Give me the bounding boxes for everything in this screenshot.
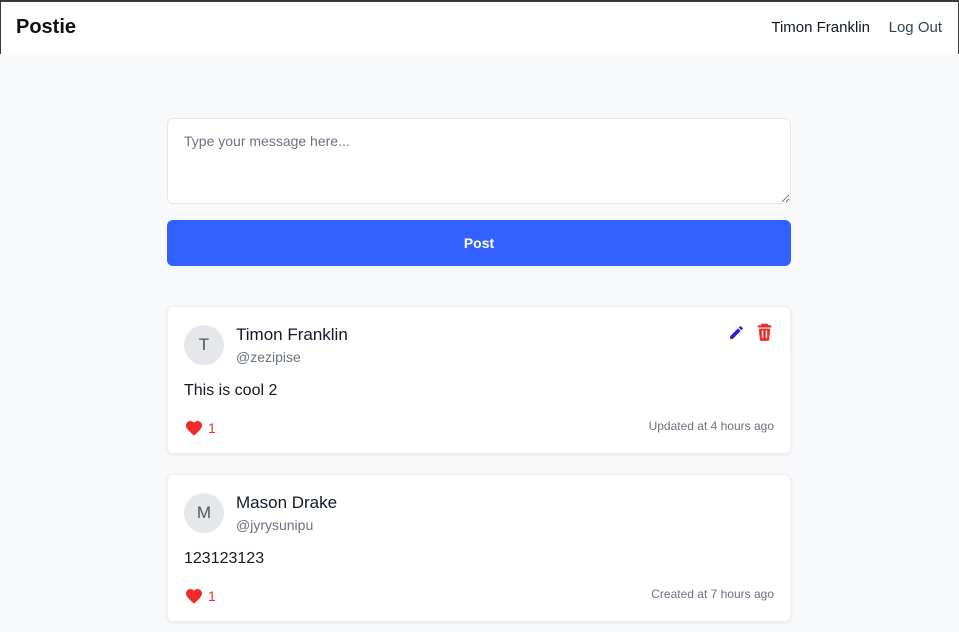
avatar: M <box>184 493 224 533</box>
avatar: T <box>184 325 224 365</box>
top-navbar: Postie Timon Franklin Log Out <box>0 0 959 54</box>
post-timestamp: Updated at 4 hours ago <box>648 419 774 433</box>
post-author-handle: @zezipise <box>236 349 301 365</box>
post-button[interactable]: Post <box>167 220 791 266</box>
pencil-icon[interactable] <box>728 324 745 341</box>
brand-logo[interactable]: Postie <box>16 16 76 39</box>
post-card: T Timon Franklin @zezipise This is cool … <box>167 306 791 454</box>
current-user-name[interactable]: Timon Franklin <box>771 19 870 36</box>
trash-icon[interactable] <box>757 323 772 341</box>
post-timestamp: Created at 7 hours ago <box>651 587 774 601</box>
post-body-text: This is cool 2 <box>184 382 278 399</box>
post-author-handle: @jyrysunipu <box>236 517 314 533</box>
post-body-text: 123123123 <box>184 550 265 567</box>
heart-icon[interactable] <box>185 588 203 604</box>
post-author-name: Timon Franklin <box>236 325 348 344</box>
post-card: M Mason Drake @jyrysunipu 123123123 1 Cr… <box>167 474 791 622</box>
like-count: 1 <box>208 588 216 604</box>
heart-icon[interactable] <box>185 420 203 436</box>
like-count: 1 <box>208 420 216 436</box>
logout-link[interactable]: Log Out <box>889 19 942 36</box>
message-input[interactable] <box>167 118 791 204</box>
post-author-name: Mason Drake <box>236 493 338 512</box>
